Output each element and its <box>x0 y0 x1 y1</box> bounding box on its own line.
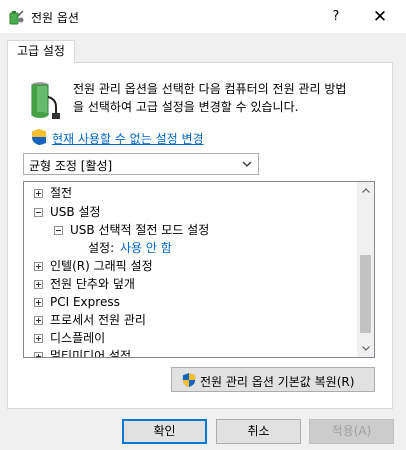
scroll-down-icon[interactable] <box>362 346 370 351</box>
scroll-up-icon[interactable] <box>362 188 370 193</box>
apply-button[interactable]: 적용(A) <box>309 419 394 444</box>
expand-icon[interactable] <box>34 334 43 343</box>
change-settings-link[interactable]: 현재 사용할 수 없는 설정 변경 <box>52 130 204 147</box>
collapse-icon[interactable] <box>54 226 63 235</box>
restore-defaults-button[interactable]: 전원 관리 옵션 기본값 복원(R) <box>171 367 375 392</box>
power-options-icon <box>9 10 24 25</box>
restore-defaults-label: 전원 관리 옵션 기본값 복원(R) <box>200 375 355 389</box>
expand-icon[interactable] <box>34 298 43 307</box>
setting-value[interactable]: 사용 안 함 <box>120 239 172 257</box>
vertical-scrollbar[interactable] <box>357 182 374 357</box>
description: 전원 관리 옵션을 선택한 다음 컴퓨터의 전원 관리 방법 을 선택하여 고급… <box>73 80 393 116</box>
power-plan-selected: 균형 조정 [활성] <box>29 159 113 173</box>
uac-shield-icon <box>182 373 196 387</box>
battery-plug-icon <box>31 82 60 119</box>
expand-icon[interactable] <box>34 352 43 357</box>
description-line-2: 을 선택하여 고급 설정을 변경할 수 있습니다. <box>73 100 299 114</box>
ok-button[interactable]: 확인 <box>122 419 207 444</box>
description-line-1: 전원 관리 옵션을 선택한 다음 컴퓨터의 전원 관리 방법 <box>73 82 347 96</box>
expand-icon[interactable] <box>34 189 43 198</box>
expand-icon[interactable] <box>34 280 43 289</box>
expand-icon[interactable] <box>34 262 43 271</box>
tab-advanced-settings[interactable]: 고급 설정 <box>7 40 75 63</box>
title-bar: 전원 옵션 ? ✕ <box>0 0 406 33</box>
uac-shield-icon <box>32 129 46 145</box>
collapse-icon[interactable] <box>34 208 43 217</box>
expand-icon[interactable] <box>34 316 43 325</box>
window-title: 전원 옵션 <box>31 11 79 25</box>
chevron-down-icon <box>242 161 252 167</box>
scroll-thumb[interactable] <box>360 255 371 333</box>
close-button[interactable]: ✕ <box>368 6 392 28</box>
help-button[interactable]: ? <box>324 6 348 28</box>
settings-tree[interactable]: 절전 USB 설정 USB 선택적 절전 모드 설정 설정: 사용 안 함 인텔… <box>23 181 375 358</box>
cancel-button[interactable]: 취소 <box>216 419 301 444</box>
power-plan-dropdown[interactable]: 균형 조정 [활성] <box>23 153 259 175</box>
